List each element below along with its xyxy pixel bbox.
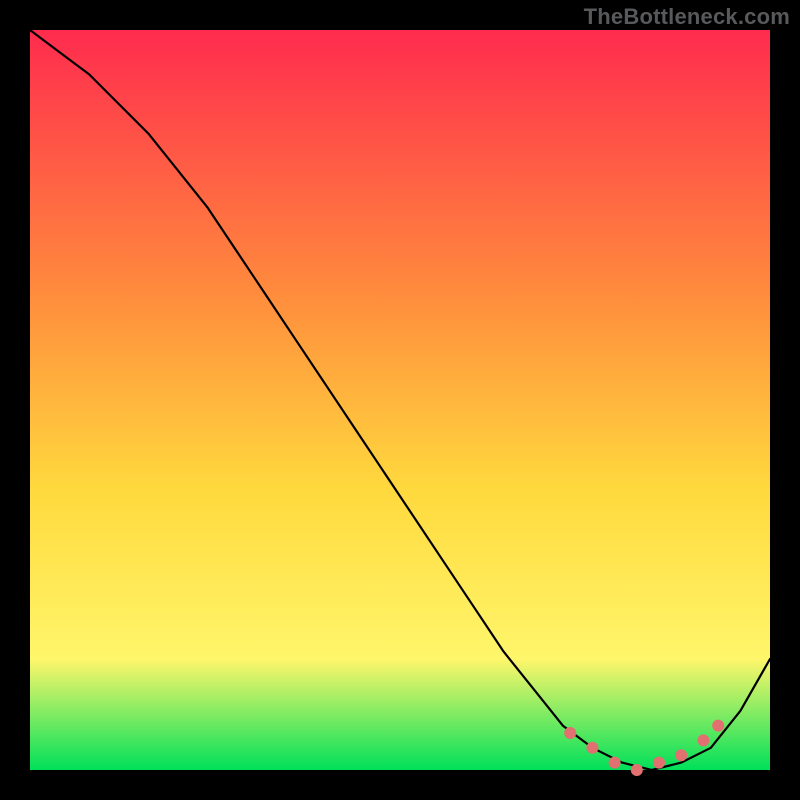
- sweet-spot-dot: [631, 764, 643, 776]
- plot-background: [30, 30, 770, 770]
- sweet-spot-dot: [586, 742, 598, 754]
- bottleneck-chart: [0, 0, 800, 800]
- sweet-spot-dot: [675, 749, 687, 761]
- sweet-spot-dot: [697, 734, 709, 746]
- sweet-spot-dot: [564, 727, 576, 739]
- chart-frame: { "watermark": "TheBottleneck.com", "col…: [0, 0, 800, 800]
- sweet-spot-dot: [609, 757, 621, 769]
- sweet-spot-dot: [653, 757, 665, 769]
- sweet-spot-dot: [712, 720, 724, 732]
- watermark-label: TheBottleneck.com: [584, 4, 790, 30]
